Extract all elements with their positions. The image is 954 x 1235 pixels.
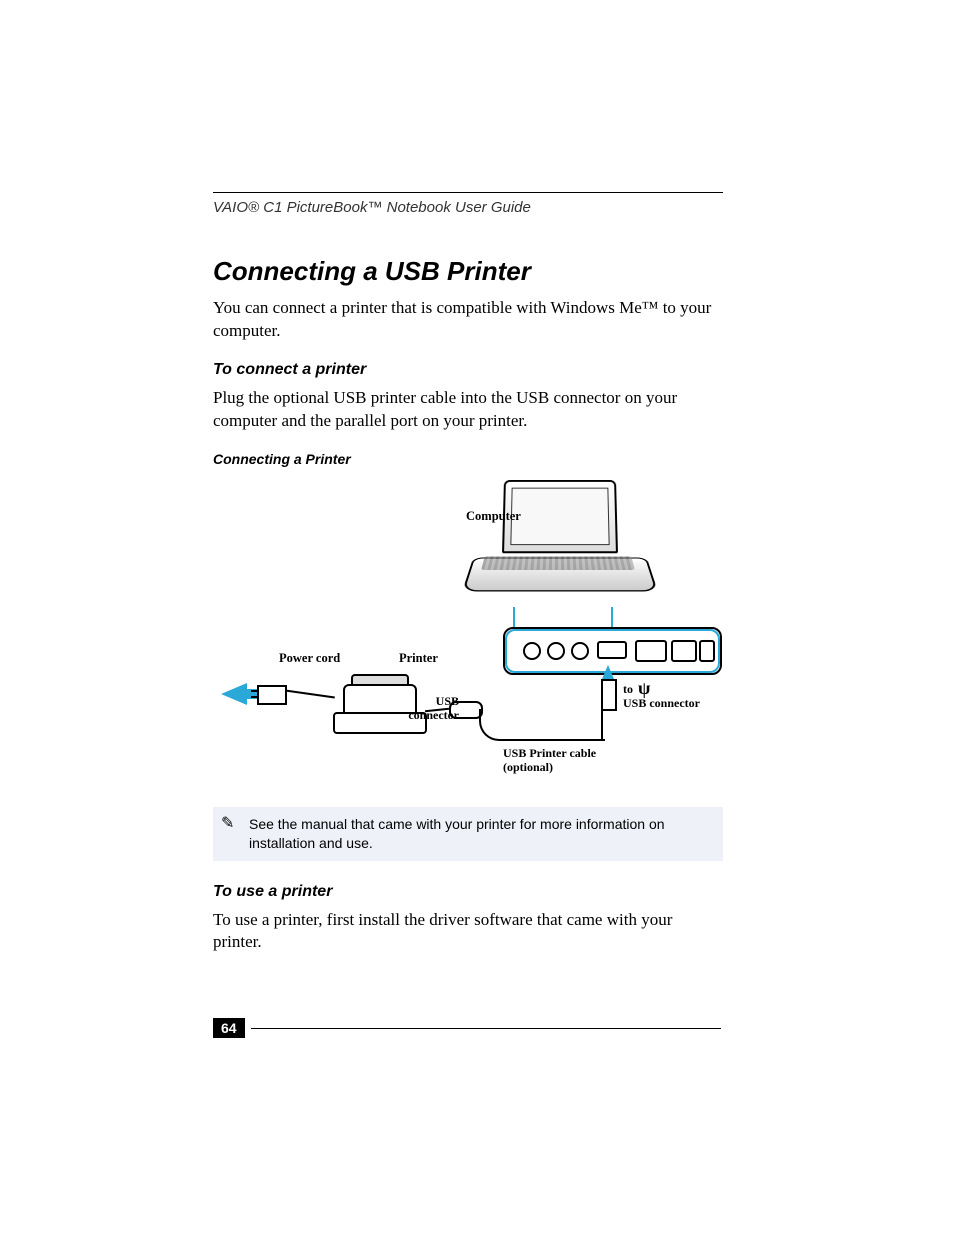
label-usb-connector-right: USB connector bbox=[623, 697, 700, 711]
footer: 64 bbox=[213, 1018, 723, 1038]
running-head: VAIO® C1 PictureBook™ Notebook User Guid… bbox=[213, 199, 723, 216]
note-icon: ✎ bbox=[221, 813, 234, 835]
page-number: 64 bbox=[213, 1018, 245, 1038]
label-to: to bbox=[623, 683, 633, 697]
usb-plug-illustration bbox=[601, 679, 617, 711]
power-arrow-icon bbox=[221, 683, 247, 705]
header-rule bbox=[213, 192, 723, 193]
label-usb-connector-left: USB connector bbox=[389, 695, 459, 723]
note-box: ✎ See the manual that came with your pri… bbox=[213, 807, 723, 861]
label-power-cord: Power cord bbox=[279, 651, 340, 665]
label-cable-line2: (optional) bbox=[503, 761, 553, 775]
footer-rule bbox=[251, 1028, 721, 1029]
page-title: Connecting a USB Printer bbox=[213, 256, 723, 287]
figure-caption: Connecting a Printer bbox=[213, 451, 723, 467]
label-cable-line1: USB Printer cable bbox=[503, 747, 596, 761]
intro-paragraph: You can connect a printer that is compat… bbox=[213, 297, 723, 343]
section-use-body: To use a printer, first install the driv… bbox=[213, 909, 723, 955]
section-connect-body: Plug the optional USB printer cable into… bbox=[213, 387, 723, 433]
label-computer: Computer bbox=[466, 509, 521, 523]
power-plug-illustration bbox=[257, 685, 287, 705]
usb-arrow-icon bbox=[602, 665, 614, 679]
computer-illustration bbox=[468, 479, 648, 609]
section-use-heading: To use a printer bbox=[213, 883, 723, 901]
section-connect-heading: To connect a printer bbox=[213, 361, 723, 379]
label-printer: Printer bbox=[399, 651, 438, 665]
note-text: See the manual that came with your print… bbox=[249, 816, 665, 851]
connection-diagram: Computer Power cord Printer bbox=[213, 479, 723, 789]
